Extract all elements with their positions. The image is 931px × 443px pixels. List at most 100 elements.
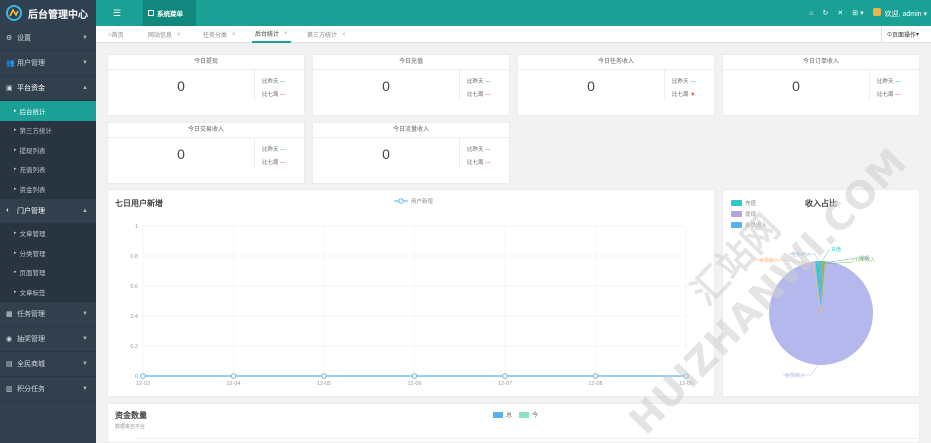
app-root: 后台管理中心 ⚙ 设置 ▼ 👥 用户管理 ▼ ▣ 平台资金 ▲ ▸ 后台统计 ▸ 第三方统计 ▸ 提现列表 ▸… — [0, 0, 931, 443]
stat-card-compare: 比昨天 — 比七周 ▼ — [664, 70, 715, 101]
compare-row: 比昨天 — — [262, 77, 286, 85]
home-icon[interactable]: ⌂ — [809, 10, 813, 17]
tab-third-party-stats[interactable]: 第三方统计 × — [307, 26, 346, 43]
compare-row: 比七周 ▼ — [672, 90, 696, 98]
panel-subtitle: 数据来自平台 — [115, 424, 146, 430]
legend-swatch — [731, 211, 742, 217]
close-icon[interactable]: × — [232, 32, 236, 38]
top-right-tools: ⌂ ↻ ✕ ⊞ ▾ 欢迎, admin ▾ — [809, 0, 927, 26]
tab-label: 首页 — [111, 33, 124, 39]
bullet-icon: ▸ — [14, 166, 17, 173]
compare-value: — — [895, 92, 901, 98]
stat-card-value: 0 — [382, 145, 390, 162]
stat-card-compare: 比昨天 — 比七周 — — [459, 138, 510, 169]
grid-icon[interactable]: ⊞ ▾ — [852, 9, 863, 17]
compare-label: 比昨天 — [672, 79, 689, 85]
stat-card: 今日流量收入 0 比昨天 — 比七周 — — [312, 122, 510, 184]
sidebar-item-label: 分类管理 — [19, 250, 46, 258]
menu-toggle-button[interactable]: ☰ — [110, 6, 124, 20]
sidebar-item[interactable]: ▸ 页面管理 — [0, 263, 96, 283]
page-operations-button[interactable]: ⊙ 页面操作 ▾ — [881, 26, 931, 43]
tab-home[interactable]: ⌂ 首页 — [108, 26, 124, 43]
sidebar-item[interactable]: ▸ 后台统计 — [0, 101, 96, 121]
stat-card-value: 0 — [792, 77, 800, 94]
chevron-down-icon: ▼ — [82, 335, 88, 342]
sidebar-submenu: ▸ 文章管理 ▸ 分类管理 ▸ 页面管理 ▸ 文章标签 — [0, 223, 96, 302]
user-menu[interactable]: 欢迎, admin ▾ — [872, 7, 927, 19]
sidebar-item-label: 页面管理 — [19, 270, 46, 278]
tab-label: 网站信息 — [148, 33, 173, 39]
sidebar-item-label: 资金列表 — [19, 186, 46, 194]
compare-value: ▼ — [690, 92, 696, 98]
data-point — [321, 373, 327, 379]
chevron-down-icon: ▼ — [82, 385, 88, 392]
settings-icon: ⚙ — [6, 35, 13, 42]
tab-backend-stats[interactable]: 后台统计 × — [252, 26, 291, 43]
stat-card-title: 今日订单收入 — [723, 55, 919, 70]
tab-task-category[interactable]: 任务分类 × — [203, 26, 236, 43]
y-tick-label: 0.8 — [130, 254, 138, 260]
tab-bar: ⌂ 首页 网站信息 × 任务分类 × 后台统计 × 第三方统计 × ⊙ 页面操作 ▾ — [96, 26, 931, 43]
sidebar-group-label: 设置 — [17, 35, 31, 42]
stat-card-title: 今日充值 — [313, 55, 509, 70]
sidebar-item-label: 文章标签 — [19, 289, 46, 297]
compare-row: 比七周 — — [467, 90, 491, 98]
logo[interactable]: 后台管理中心 — [0, 0, 96, 26]
lottery-icon: ◉ — [6, 335, 13, 343]
funds-legend: 总 今 — [493, 410, 538, 419]
task-icon: ▦ — [6, 310, 13, 318]
compare-label: 比七周 — [672, 92, 689, 98]
sidebar-group[interactable]: ◐ 门户管理 ▲ — [0, 199, 96, 224]
stat-card-compare: 比昨天 — 比七周 — — [869, 70, 920, 101]
compare-label: 比七周 — [467, 92, 484, 98]
sidebar-item[interactable]: ▸ 第三方统计 — [0, 121, 96, 141]
compare-row: 比昨天 — — [262, 145, 286, 153]
stat-card: 今日订单收入 0 比昨天 — 比七周 — — [722, 54, 920, 116]
sidebar-group[interactable]: 👥 用户管理 ▼ — [0, 51, 96, 76]
sidebar-item[interactable]: ▸ 充值列表 — [0, 160, 96, 180]
x-tick-label: 12-07 — [498, 381, 512, 387]
chevron-down-icon: ▾ — [923, 10, 927, 18]
x-tick-label: 12-03 — [136, 381, 150, 387]
sidebar-group[interactable]: ▦ 任务管理 ▼ — [0, 302, 96, 327]
close-icon[interactable]: × — [342, 32, 346, 38]
sidebar-item-label: 第三方统计 — [19, 128, 53, 136]
system-menu-tab[interactable]: 系统菜单 — [143, 0, 196, 26]
users-icon: 👥 — [6, 60, 15, 67]
sidebar-group[interactable]: ▥ 积分任务 ▼ — [0, 377, 96, 402]
chevron-down-icon: ▾ — [916, 32, 920, 38]
close-icon[interactable]: × — [284, 31, 288, 37]
sidebar-item[interactable]: ▸ 资金列表 — [0, 179, 96, 199]
sidebar-item[interactable]: ▸ 分类管理 — [0, 243, 96, 263]
sidebar-item[interactable]: ▸ 文章管理 — [0, 224, 96, 244]
tab-site-info[interactable]: 网站信息 × — [148, 26, 181, 43]
pie-label: 任务收入 — [791, 251, 811, 258]
y-tick-label: 0 — [135, 374, 138, 380]
fullscreen-icon[interactable]: ✕ — [837, 9, 843, 17]
sidebar-item[interactable]: ▸ 提现列表 — [0, 140, 96, 160]
stat-card: 今日交易收入 0 比昨天 — 比七周 — — [107, 122, 305, 184]
tab-label: 后台统计 — [255, 32, 280, 38]
compare-row: 比七周 — — [467, 158, 491, 166]
portal-icon: ◐ — [6, 207, 11, 214]
stat-card-value: 0 — [177, 145, 185, 162]
refresh-icon[interactable]: ↻ — [823, 9, 829, 17]
sidebar-item[interactable]: ▸ 文章标签 — [0, 282, 96, 302]
sidebar-group[interactable]: ⚙ 设置 ▼ — [0, 26, 96, 51]
legend-label: 充值 — [745, 199, 757, 207]
bullet-icon: ▸ — [14, 269, 17, 276]
chevron-up-icon: ▲ — [82, 85, 88, 91]
chevron-up-icon: ▲ — [82, 207, 88, 214]
stat-card-compare: 比昨天 — 比七周 — — [459, 70, 510, 101]
sidebar-group[interactable]: ▣ 平台资金 ▲ — [0, 76, 96, 101]
sidebar-group[interactable]: ▤ 全民商城 ▼ — [0, 352, 96, 377]
bullet-icon: ▸ — [14, 230, 17, 237]
compare-row: 比七周 — — [877, 90, 901, 98]
stat-card-value: 0 — [177, 77, 185, 94]
close-icon[interactable]: × — [177, 32, 181, 38]
compare-label: 比昨天 — [262, 79, 279, 85]
avatar — [872, 7, 881, 16]
sidebar-group[interactable]: ◉ 抽奖管理 ▼ — [0, 327, 96, 352]
data-point — [411, 373, 418, 379]
chevron-down-icon: ▼ — [82, 60, 88, 66]
